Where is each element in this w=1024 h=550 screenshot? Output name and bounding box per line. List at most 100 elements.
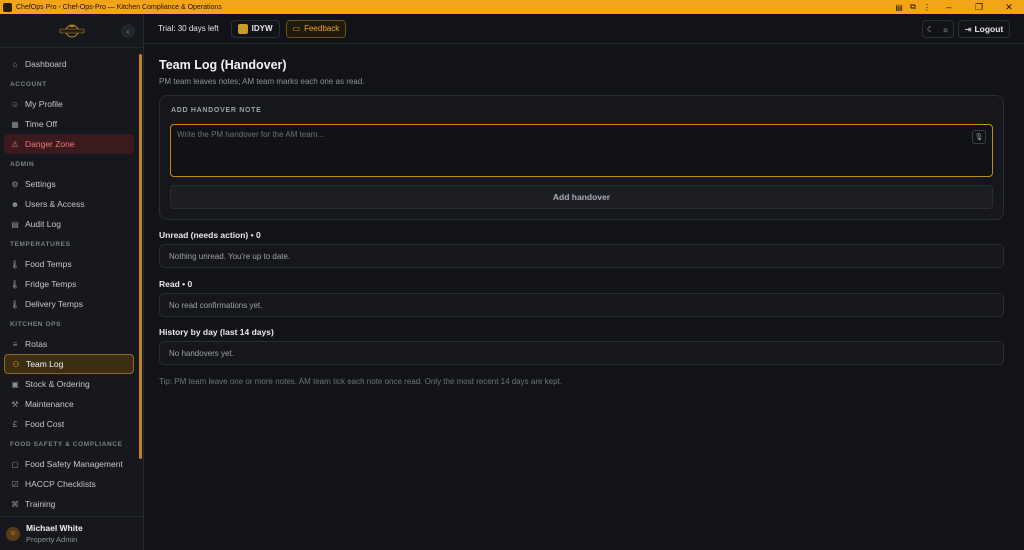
sidebar-section-heading: FOOD SAFETY & COMPLIANCE: [10, 440, 123, 448]
sidebar-header: ‹: [0, 14, 143, 48]
sidebar-item-delivery-temps[interactable]: 🌡 Delivery Temps: [4, 294, 134, 314]
app-icon: [3, 2, 12, 12]
feedback-label: Feedback: [304, 24, 340, 33]
users-icon: ☻: [10, 199, 20, 209]
sidebar-item-settings[interactable]: ⚙ Settings: [4, 174, 134, 194]
trial-badge: Trial: 30 days left: [158, 24, 219, 33]
user-role: Property Admin: [26, 535, 78, 544]
read-empty-state: No read confirmations yet.: [159, 293, 1004, 317]
sidebar-item-label: Rotas: [25, 339, 48, 349]
sidebar-item-label: Audit Log: [25, 219, 61, 229]
microphone-icon[interactable]: 🎙: [972, 130, 986, 144]
collapse-sidebar-button[interactable]: ‹: [121, 24, 135, 38]
logout-icon: ⇥: [964, 24, 972, 34]
sidebar-item-training[interactable]: ⌘ Training: [4, 494, 134, 514]
box-icon: ▣: [11, 379, 19, 389]
feedback-button[interactable]: ▭ Feedback: [285, 19, 347, 38]
sidebar-item-label: HACCP Checklists: [25, 479, 96, 489]
sidebar: ‹ ⌂ Dashboard ACCOUNT ☺ My Profile ▦ Time Off ⚠…: [0, 14, 144, 550]
logout-label: Logout: [974, 24, 1004, 34]
sidebar-item-stock-ordering[interactable]: ▣ Stock & Ordering: [4, 374, 134, 394]
org-logo-icon: [237, 23, 248, 34]
sidebar-item-rotas[interactable]: ≡ Rotas: [4, 334, 134, 354]
sidebar-item-danger-zone[interactable]: ⚠ Danger Zone: [4, 134, 134, 154]
topbar: Trial: 30 days left IDYW ▭ Feedback ☾ ☼ …: [144, 14, 1024, 44]
user-icon: ☺: [10, 99, 20, 109]
handover-note-input[interactable]: Write the PM handover for the AM team...…: [170, 124, 993, 177]
thermometer-icon: 🌡: [9, 299, 21, 309]
puzzle-icon[interactable]: ⧉: [906, 0, 920, 14]
wrench-icon: ⚒: [11, 399, 19, 409]
sidebar-item-label: Danger Zone: [25, 139, 75, 149]
sidebar-item-food-safety-management[interactable]: ▢ Food Safety Management: [4, 454, 134, 474]
sun-icon[interactable]: ☼: [942, 25, 949, 34]
sidebar-section-heading: KITCHEN OPS: [10, 320, 62, 328]
home-icon: ⌂: [12, 59, 18, 69]
avatar: ☺: [6, 526, 20, 541]
window-titlebar: ChefOps Pro - Chef-Ops-Pro — Kitchen Com…: [0, 0, 1024, 14]
document-icon: ▢: [11, 459, 19, 469]
list-icon: ≡: [12, 339, 18, 349]
extensions-icon[interactable]: ▤: [892, 0, 906, 14]
more-icon[interactable]: ⋮: [920, 0, 934, 14]
thermometer-icon: 🌡: [9, 279, 21, 289]
sidebar-item-time-off[interactable]: ▦ Time Off: [4, 114, 134, 134]
sidebar-item-dashboard[interactable]: ⌂ Dashboard: [4, 54, 134, 74]
sidebar-nav: ⌂ Dashboard ACCOUNT ☺ My Profile ▦ Time Off ⚠ Da…: [0, 54, 140, 516]
sidebar-item-label: Stock & Ordering: [25, 379, 90, 389]
user-name: Michael White: [26, 523, 83, 533]
org-name: IDYW: [251, 24, 273, 33]
org-selector[interactable]: IDYW: [230, 19, 280, 38]
sidebar-item-team-log[interactable]: ⚇ Team Log: [4, 354, 134, 374]
page-subtitle: PM team leaves notes; AM team marks each…: [159, 77, 365, 86]
sidebar-item-food-temps[interactable]: 🌡 Food Temps: [4, 254, 134, 274]
unread-section-title: Unread (needs action) • 0: [159, 230, 261, 240]
sidebar-item-food-cost[interactable]: £ Food Cost: [4, 414, 134, 434]
sidebar-section-heading: ACCOUNT: [10, 80, 47, 88]
card-heading: ADD HANDOVER NOTE: [171, 107, 262, 114]
history-empty-state: No handovers yet.: [159, 341, 1004, 365]
brand-logo: [54, 24, 90, 38]
logout-button[interactable]: ⇥ Logout: [958, 20, 1010, 38]
main-content: Team Log (Handover) PM team leaves notes…: [159, 58, 1004, 386]
sidebar-section-heading: ADMIN: [10, 160, 35, 168]
add-handover-card: ADD HANDOVER NOTE Write the PM handover …: [159, 95, 1004, 220]
sidebar-item-users-access[interactable]: ☻ Users & Access: [4, 194, 134, 214]
sidebar-item-label: Food Temps: [25, 259, 72, 269]
sidebar-item-fridge-temps[interactable]: 🌡 Fridge Temps: [4, 274, 134, 294]
team-icon: ⚇: [12, 359, 20, 369]
sidebar-item-label: Dashboard: [25, 59, 67, 69]
maximize-button[interactable]: ❐: [964, 0, 994, 14]
sidebar-item-label: Food Safety Management: [25, 459, 123, 469]
gear-icon: ⚙: [11, 179, 19, 189]
add-handover-button[interactable]: Add handover: [170, 185, 993, 209]
sidebar-item-haccp-checklists[interactable]: ☑ HACCP Checklists: [4, 474, 134, 494]
window-title: ChefOps Pro - Chef-Ops-Pro — Kitchen Com…: [16, 3, 222, 11]
sidebar-item-label: Time Off: [25, 119, 58, 129]
sidebar-item-maintenance[interactable]: ⚒ Maintenance: [4, 394, 134, 414]
sidebar-section-heading: TEMPERATURES: [10, 240, 71, 248]
page-title: Team Log (Handover): [159, 58, 287, 72]
checklist-icon: ☑: [11, 479, 19, 489]
close-button[interactable]: ✕: [994, 0, 1024, 14]
sidebar-item-label: Users & Access: [25, 199, 85, 209]
sidebar-item-my-profile[interactable]: ☺ My Profile: [4, 94, 134, 114]
user-profile[interactable]: ☺ Michael White Property Admin: [0, 516, 143, 550]
unread-empty-state: Nothing unread. You're up to date.: [159, 244, 1004, 268]
sidebar-item-label: Food Cost: [25, 419, 65, 429]
sidebar-item-label: My Profile: [25, 99, 63, 109]
minimize-button[interactable]: –: [934, 0, 964, 14]
warning-icon: ⚠: [11, 139, 19, 149]
moon-icon[interactable]: ☾: [927, 25, 934, 34]
pound-icon: £: [12, 419, 18, 429]
sidebar-item-label: Settings: [25, 179, 56, 189]
theme-toggle[interactable]: ☾ ☼: [922, 20, 954, 38]
message-icon: ▭: [292, 24, 301, 33]
sidebar-item-label: Fridge Temps: [25, 279, 77, 289]
sidebar-item-audit-log[interactable]: ▤ Audit Log: [4, 214, 134, 234]
sidebar-item-label: Training: [25, 499, 56, 509]
clipboard-icon: ▤: [11, 219, 19, 229]
sidebar-scrollbar[interactable]: [139, 54, 142, 459]
read-section-title: Read • 0: [159, 279, 193, 289]
history-section-title: History by day (last 14 days): [159, 327, 274, 337]
